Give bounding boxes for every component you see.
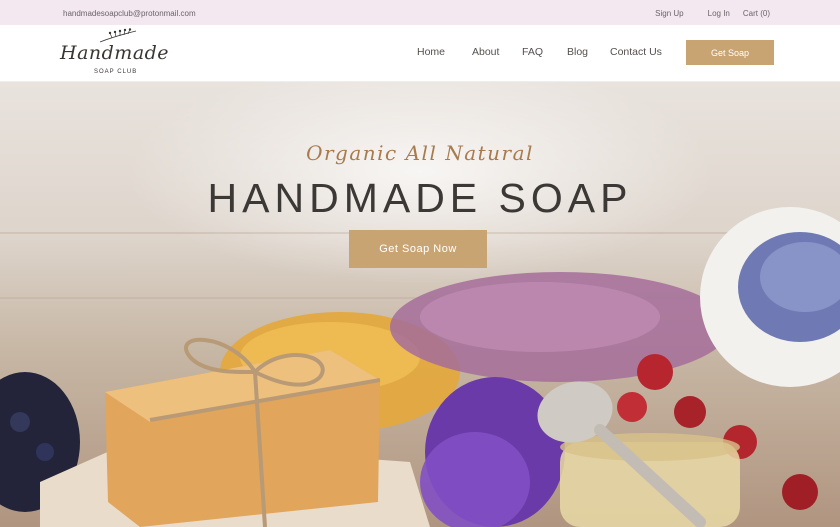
site-logo[interactable]: Handmade SOAP CLUB [60,28,172,78]
top-bar: handmadesoapclub@protonmail.com Sign Up … [0,0,840,25]
logo-subtitle: SOAP CLUB [94,69,138,75]
nav-item-about[interactable]: About [472,46,499,58]
contact-email-link[interactable]: handmadesoapclub@protonmail.com [63,9,196,18]
nav-item-faq[interactable]: FAQ [522,46,543,58]
hero-tagline: Organic All Natural [306,141,534,165]
nav-item-blog[interactable]: Blog [567,46,588,58]
log-in-link[interactable]: Log In [708,9,730,18]
account-links: Sign Up Log In Cart (0) [655,9,770,18]
sign-up-link[interactable]: Sign Up [655,9,683,18]
get-soap-button[interactable]: Get Soap [686,40,774,65]
get-soap-now-button[interactable]: Get Soap Now [349,230,487,268]
hero-headline: HANDMADE SOAP [207,175,633,221]
cart-link[interactable]: Cart (0) [743,9,770,18]
nav-item-home[interactable]: Home [417,46,445,58]
nav-item-contact[interactable]: Contact Us [610,46,662,58]
site-header: Handmade SOAP CLUB Home About FAQ Blog C… [0,25,840,82]
hero-banner: Organic All Natural HANDMADE SOAP Get So… [0,82,840,527]
logo-wordmark: Handmade [60,42,170,64]
